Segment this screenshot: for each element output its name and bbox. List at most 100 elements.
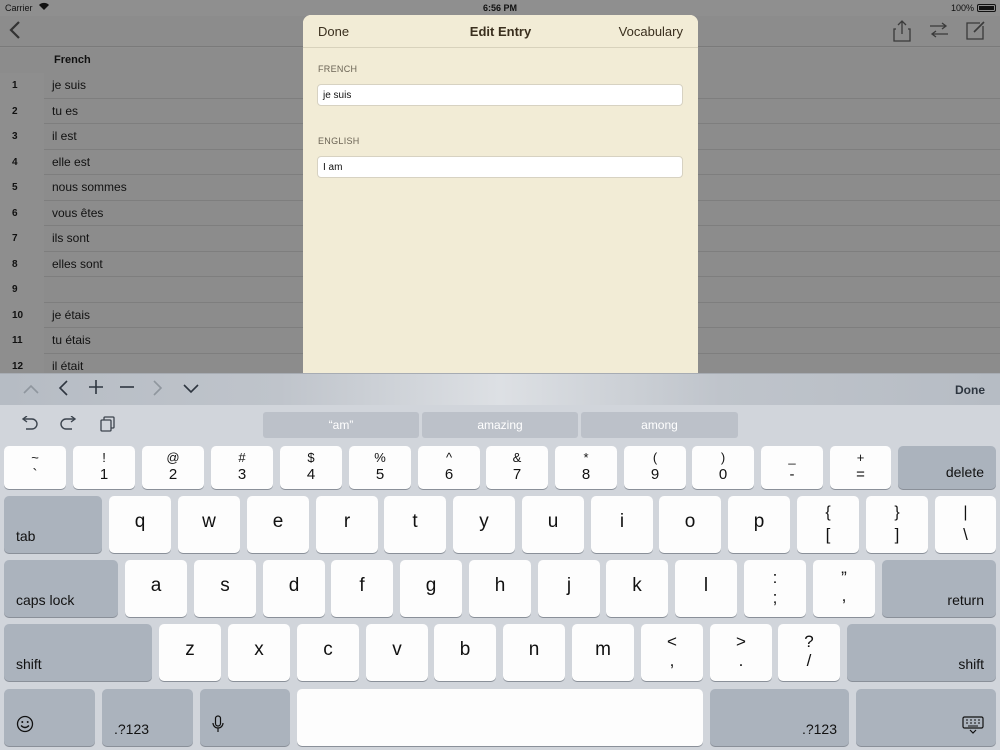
share-icon[interactable] xyxy=(893,20,911,47)
row-number: 12 xyxy=(0,353,44,374)
chevron-right-icon[interactable] xyxy=(152,379,164,401)
french-field-label: FRENCH xyxy=(318,64,358,74)
modal-header: Done Edit Entry Vocabulary xyxy=(303,15,698,48)
column-header-french: French xyxy=(54,54,91,66)
microphone-icon xyxy=(212,715,224,738)
key-semicolon[interactable]: :; xyxy=(744,560,806,617)
suggestion-3[interactable]: among xyxy=(581,412,738,438)
swap-icon[interactable] xyxy=(929,22,949,43)
key-0[interactable]: ) 0 xyxy=(692,446,754,489)
key-1[interactable]: ! 1 xyxy=(73,446,135,489)
chevron-up-icon[interactable] xyxy=(22,379,40,399)
hide-keyboard-key[interactable] xyxy=(856,689,996,746)
key-o[interactable]: o xyxy=(659,496,721,553)
key-bracket-right[interactable]: }] xyxy=(866,496,928,553)
chevron-down-icon[interactable] xyxy=(182,379,200,399)
key-bracket-left[interactable]: {[ xyxy=(797,496,859,553)
keyboard-dismiss-icon xyxy=(962,716,984,739)
tab-key[interactable]: tab xyxy=(4,496,102,553)
key-9[interactable]: (9 xyxy=(624,446,686,489)
key-2[interactable]: @2 xyxy=(142,446,204,489)
modal-done-button[interactable]: Done xyxy=(318,24,349,39)
delete-key[interactable]: delete xyxy=(898,446,996,489)
key-quote[interactable]: ”, xyxy=(813,560,875,617)
row-number: 7 xyxy=(0,226,44,252)
status-bar: Carrier 6:56 PM 100% xyxy=(0,0,1000,16)
redo-icon[interactable] xyxy=(60,415,78,435)
key-e[interactable]: e xyxy=(247,496,309,553)
key-equals[interactable]: + = xyxy=(830,446,891,489)
emoji-icon xyxy=(16,715,34,738)
key-y[interactable]: y xyxy=(453,496,515,553)
key-q[interactable]: q xyxy=(109,496,171,553)
key-g[interactable]: g xyxy=(400,560,462,617)
key-t[interactable]: t xyxy=(384,496,446,553)
suggestion-2[interactable]: amazing xyxy=(422,412,578,438)
key-f[interactable]: f xyxy=(331,560,393,617)
battery-percent: 100% xyxy=(950,3,974,13)
key-7[interactable]: & 7 xyxy=(486,446,548,489)
numbers-key-right[interactable]: .?123 xyxy=(710,689,849,746)
key-w[interactable]: w xyxy=(178,496,240,553)
row-number: 8 xyxy=(0,251,44,277)
key-m[interactable]: m xyxy=(572,624,634,681)
key-z[interactable]: z xyxy=(159,624,221,681)
key-d[interactable]: d xyxy=(263,560,325,617)
key-l[interactable]: l xyxy=(675,560,737,617)
key-b[interactable]: b xyxy=(434,624,496,681)
key-6[interactable]: ^ 6 xyxy=(418,446,480,489)
key-j[interactable]: j xyxy=(538,560,600,617)
english-field[interactable]: I am xyxy=(317,156,683,178)
key-backtick[interactable]: ~ ` xyxy=(4,446,66,489)
edit-entry-modal: Done Edit Entry Vocabulary FRENCH je sui… xyxy=(303,15,698,375)
undo-icon[interactable] xyxy=(20,415,38,435)
emoji-key[interactable] xyxy=(4,689,95,746)
key-n[interactable]: n xyxy=(503,624,565,681)
caps-lock-key[interactable]: caps lock xyxy=(4,560,118,617)
minus-icon[interactable] xyxy=(119,379,135,399)
row-number: 1 xyxy=(0,73,44,99)
key-minus[interactable]: _ - xyxy=(761,446,823,489)
shift-key-left[interactable]: shift xyxy=(4,624,152,681)
paste-icon[interactable] xyxy=(100,416,116,437)
key-8[interactable]: * 8 xyxy=(555,446,617,489)
plus-icon[interactable] xyxy=(88,379,104,399)
chevron-left-icon[interactable] xyxy=(8,20,22,46)
key-5[interactable]: % 5 xyxy=(349,446,411,489)
key-k[interactable]: k xyxy=(606,560,668,617)
chevron-left-icon[interactable] xyxy=(57,379,69,401)
key-c[interactable]: c xyxy=(297,624,359,681)
key-slash[interactable]: ? / xyxy=(778,624,840,681)
suggestion-1[interactable]: “am” xyxy=(263,412,419,438)
key-v[interactable]: v xyxy=(366,624,428,681)
english-field-label: ENGLISH xyxy=(318,136,360,146)
key-i[interactable]: i xyxy=(591,496,653,553)
shift-key-right[interactable]: shift xyxy=(847,624,996,681)
status-time: 6:56 PM xyxy=(482,3,517,13)
numbers-key-left[interactable]: .?123 xyxy=(102,689,193,746)
row-number: 3 xyxy=(0,124,44,150)
row-number: 6 xyxy=(0,200,44,226)
key-a[interactable]: a xyxy=(125,560,187,617)
key-4[interactable]: $4 xyxy=(280,446,342,489)
key-p[interactable]: p xyxy=(728,496,790,553)
key-3[interactable]: #3 xyxy=(211,446,273,489)
space-bar[interactable] xyxy=(297,689,703,746)
key-r[interactable]: r xyxy=(316,496,378,553)
row-number: 9 xyxy=(0,277,44,303)
row-number: 5 xyxy=(0,175,44,201)
accessory-done-button[interactable]: Done xyxy=(955,383,985,397)
return-key[interactable]: return xyxy=(882,560,996,617)
vocabulary-button[interactable]: Vocabulary xyxy=(619,24,683,39)
key-period[interactable]: >. xyxy=(710,624,772,681)
key-comma[interactable]: <, xyxy=(641,624,703,681)
dictation-key[interactable] xyxy=(200,689,290,746)
compose-icon[interactable] xyxy=(966,20,986,45)
key-h[interactable]: h xyxy=(469,560,531,617)
key-s[interactable]: s xyxy=(194,560,256,617)
row-number: 2 xyxy=(0,98,44,124)
french-field[interactable]: je suis xyxy=(317,84,683,106)
key-u[interactable]: u xyxy=(522,496,584,553)
key-backslash[interactable]: | \ xyxy=(935,496,996,553)
key-x[interactable]: x xyxy=(228,624,290,681)
